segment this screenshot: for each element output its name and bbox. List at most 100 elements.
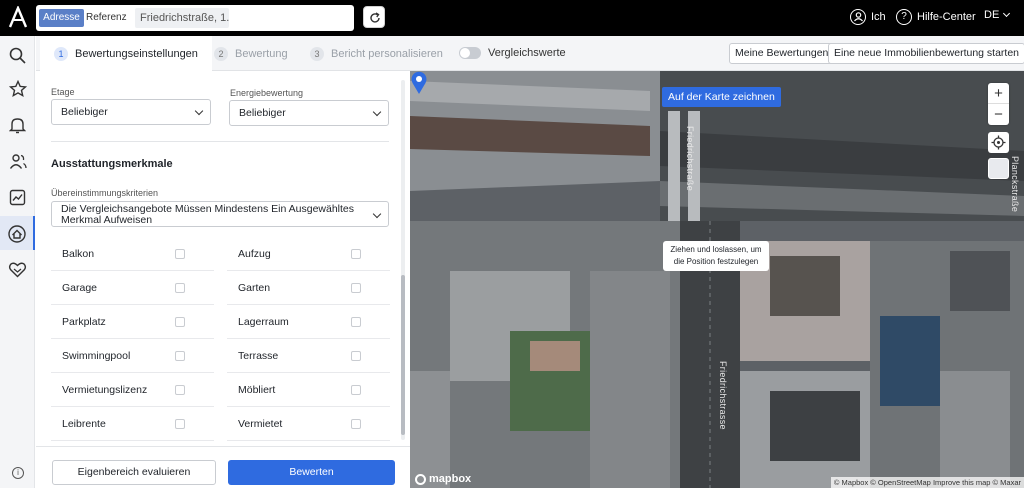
nav-analytics[interactable] <box>0 180 35 214</box>
chevron-down-icon <box>372 107 382 117</box>
star-icon <box>8 80 27 98</box>
user-label: Ich <box>871 11 886 23</box>
language-select[interactable]: DE <box>984 9 1011 21</box>
feature-checkbox[interactable] <box>175 249 185 259</box>
feature-checkbox[interactable] <box>351 249 361 259</box>
feature-label: Möbliert <box>238 384 276 396</box>
step-number: 2 <box>214 46 228 61</box>
street-label-top: Friedrichstraße <box>685 126 695 192</box>
feature-row[interactable]: Garage <box>51 271 214 305</box>
feature-label: Swimmingpool <box>62 350 131 362</box>
floor-value: Beliebiger <box>61 106 108 118</box>
nav-favorites[interactable] <box>0 72 35 106</box>
app-logo-icon[interactable] <box>8 6 28 28</box>
user-menu[interactable]: Ich <box>850 9 886 25</box>
zoom-out-button[interactable]: − <box>988 104 1009 125</box>
address-input[interactable]: Friedrichstraße, 1... <box>135 8 229 28</box>
feature-row[interactable]: Aufzug <box>227 237 390 271</box>
location-pin-icon[interactable] <box>410 71 428 95</box>
feature-checkbox[interactable] <box>351 385 361 395</box>
energy-select[interactable]: Beliebiger <box>229 100 389 126</box>
home-valuation-icon <box>7 224 26 243</box>
form-footer: Eigenbereich evaluieren Bewerten <box>36 446 410 488</box>
evaluate-button[interactable]: Bewerten <box>228 460 395 485</box>
side-navigation: i <box>0 36 35 488</box>
feature-label: Garage <box>62 282 98 294</box>
feature-row[interactable]: Vermietungslizenz <box>51 373 214 407</box>
zoom-control: + − <box>988 83 1009 125</box>
help-label: Hilfe-Center <box>917 11 976 23</box>
user-icon <box>850 9 866 25</box>
match-criteria-select[interactable]: Die Vergleichsangebote Müssen Mindestens… <box>51 201 389 227</box>
floor-select[interactable]: Beliebiger <box>51 99 211 125</box>
nav-deals[interactable] <box>0 252 35 286</box>
floor-label: Etage <box>51 87 75 97</box>
map-attribution[interactable]: © Mapbox © OpenStreetMap Improve this ma… <box>830 477 1024 488</box>
info-icon[interactable]: i <box>12 467 24 479</box>
mapbox-logo[interactable]: mapbox <box>415 473 471 485</box>
geolocate-button[interactable] <box>988 132 1009 153</box>
tab-step-settings[interactable]: 1 Bewertungseinstellungen <box>40 36 212 71</box>
chevron-down-icon <box>194 106 204 116</box>
handshake-heart-icon <box>8 262 27 277</box>
address-mode-tab[interactable]: Adresse <box>39 9 84 27</box>
step-label: Bewertung <box>235 47 288 60</box>
form-scrollbar[interactable] <box>401 80 405 440</box>
comparison-toggle[interactable] <box>459 47 481 59</box>
feature-row[interactable]: Vermietet <box>227 407 390 441</box>
street-label-right: Planckstraße <box>1010 156 1020 213</box>
bell-icon <box>9 118 26 134</box>
feature-checkbox[interactable] <box>351 317 361 327</box>
feature-row[interactable]: Parkplatz <box>51 305 214 339</box>
my-valuations-button[interactable]: Meine Bewertungen <box>729 43 835 64</box>
feature-label: Vermietungslizenz <box>62 384 148 396</box>
top-bar: Adresse Referenz Friedrichstraße, 1... I… <box>0 0 1024 36</box>
feature-checkbox[interactable] <box>175 351 185 361</box>
divider <box>51 141 389 142</box>
mapbox-logo-text: mapbox <box>429 473 472 485</box>
nav-alerts[interactable] <box>0 108 35 142</box>
step-number: 1 <box>54 46 68 61</box>
feature-row[interactable]: Swimmingpool <box>51 339 214 373</box>
drag-pin-tooltip: Ziehen und loslassen, um die Position fe… <box>663 241 769 271</box>
step-label: Bewertungseinstellungen <box>75 47 198 60</box>
feature-checkbox[interactable] <box>175 283 185 293</box>
feature-checkbox[interactable] <box>351 419 361 429</box>
energy-label: Energiebewertung <box>230 88 304 98</box>
users-icon <box>9 153 27 169</box>
draw-on-map-button[interactable]: Auf der Karte zeichnen <box>662 87 781 107</box>
tab-step-report[interactable]: 3 Bericht personalisieren <box>310 36 443 71</box>
feature-row[interactable]: Lagerraum <box>227 305 390 339</box>
feature-row[interactable]: Garten <box>227 271 390 305</box>
mapbox-logo-icon <box>415 473 426 485</box>
nav-search[interactable] <box>0 38 35 72</box>
reference-mode-tab[interactable]: Referenz <box>86 9 127 27</box>
new-valuation-button[interactable]: Eine neue Immobilienbewertung starten <box>828 43 1024 64</box>
scrollbar-thumb[interactable] <box>401 275 405 435</box>
feature-row[interactable]: Leibrente <box>51 407 214 441</box>
refresh-button[interactable] <box>363 6 385 28</box>
features-section-title: Ausstattungsmerkmale <box>51 158 173 170</box>
language-label: DE <box>984 9 1000 21</box>
feature-checkbox[interactable] <box>175 419 185 429</box>
feature-label: Aufzug <box>238 248 271 260</box>
feature-row[interactable]: Terrasse <box>227 339 390 373</box>
match-criteria-label: Übereinstimmungskriterien <box>51 188 159 198</box>
feature-row[interactable]: Möbliert <box>227 373 390 407</box>
nav-contacts[interactable] <box>0 144 35 178</box>
feature-checkbox[interactable] <box>351 283 361 293</box>
feature-row[interactable]: Balkon <box>51 237 214 271</box>
feature-checkbox[interactable] <box>175 317 185 327</box>
satellite-map[interactable]: Friedrichstraße Friedrichstrasse Plancks… <box>410 71 1024 488</box>
zoom-in-button[interactable]: + <box>988 83 1009 104</box>
chevron-down-icon <box>1003 9 1011 18</box>
tab-step-valuation[interactable]: 2 Bewertung <box>214 36 288 71</box>
comparison-toggle-label: Vergleichswerte <box>488 47 566 59</box>
map-style-button[interactable] <box>988 158 1009 179</box>
street-label: Friedrichstrasse <box>718 361 728 430</box>
nav-valuation[interactable] <box>0 216 35 250</box>
evaluate-own-area-button[interactable]: Eigenbereich evaluieren <box>52 460 216 485</box>
feature-checkbox[interactable] <box>175 385 185 395</box>
feature-checkbox[interactable] <box>351 351 361 361</box>
help-center-link[interactable]: ? Hilfe-Center <box>896 9 976 25</box>
